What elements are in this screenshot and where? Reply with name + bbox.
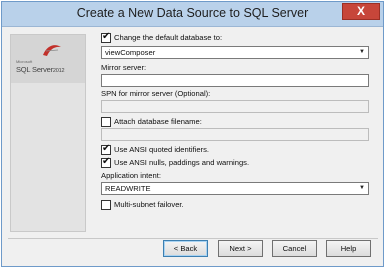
dialog-window: Create a New Data Source to SQL Server X… [1,1,384,267]
help-button[interactable]: Help [326,240,371,257]
attach-db-label: Attach database filename: [114,117,202,126]
logo-microsoft: Microsoft [16,59,33,64]
application-intent-label: Application intent: [101,171,161,180]
default-database-value: viewComposer [105,48,156,57]
ansi-quoted-checkbox[interactable]: ✔ [101,143,111,155]
default-database-dropdown[interactable]: viewComposer ▼ [101,46,369,59]
attach-db-checkbox[interactable] [101,117,111,127]
checkmark-icon: ✔ [102,31,111,42]
ansi-nulls-checkbox[interactable]: ✔ [101,156,111,168]
window-title: Create a New Data Source to SQL Server [76,6,309,20]
spn-label: SPN for mirror server (Optional): [101,89,211,98]
sql-server-logo-icon [43,45,61,56]
checkmark-icon: ✔ [102,143,111,154]
logo-product: SQL Server2012 [16,65,65,74]
change-db-label: Change the default database to: [114,33,223,42]
multi-subnet-label: Multi-subnet failover. [114,200,184,209]
chevron-down-icon: ▼ [359,49,365,55]
back-button[interactable]: < Back [163,240,208,257]
ansi-nulls-label: Use ANSI nulls, paddings and warnings. [114,158,250,167]
application-intent-value: READWRITE [105,184,151,193]
attach-db-input[interactable] [101,128,369,141]
logo-panel: Microsoft SQL Server2012 [10,34,86,232]
spn-input[interactable] [101,100,369,113]
mirror-server-label: Mirror server: [101,63,147,72]
logo-version: 2012 [52,68,65,74]
close-button[interactable]: X [342,3,380,20]
multi-subnet-checkbox[interactable] [101,200,111,210]
title-bar: Create a New Data Source to SQL Server X [2,2,383,27]
ansi-quoted-label: Use ANSI quoted identifiers. [114,145,209,154]
dialog-client: Microsoft SQL Server2012 ✔ Change the de… [8,28,378,263]
cancel-button[interactable]: Cancel [272,240,317,257]
application-intent-dropdown[interactable]: READWRITE ▼ [101,182,369,195]
footer-divider [8,238,378,239]
checkmark-icon: ✔ [102,156,111,167]
next-button[interactable]: Next > [218,240,263,257]
chevron-down-icon: ▼ [359,185,365,191]
logo-product-name: SQL Server [16,65,53,74]
change-db-checkbox[interactable]: ✔ [101,31,111,43]
mirror-server-input[interactable] [101,74,369,87]
